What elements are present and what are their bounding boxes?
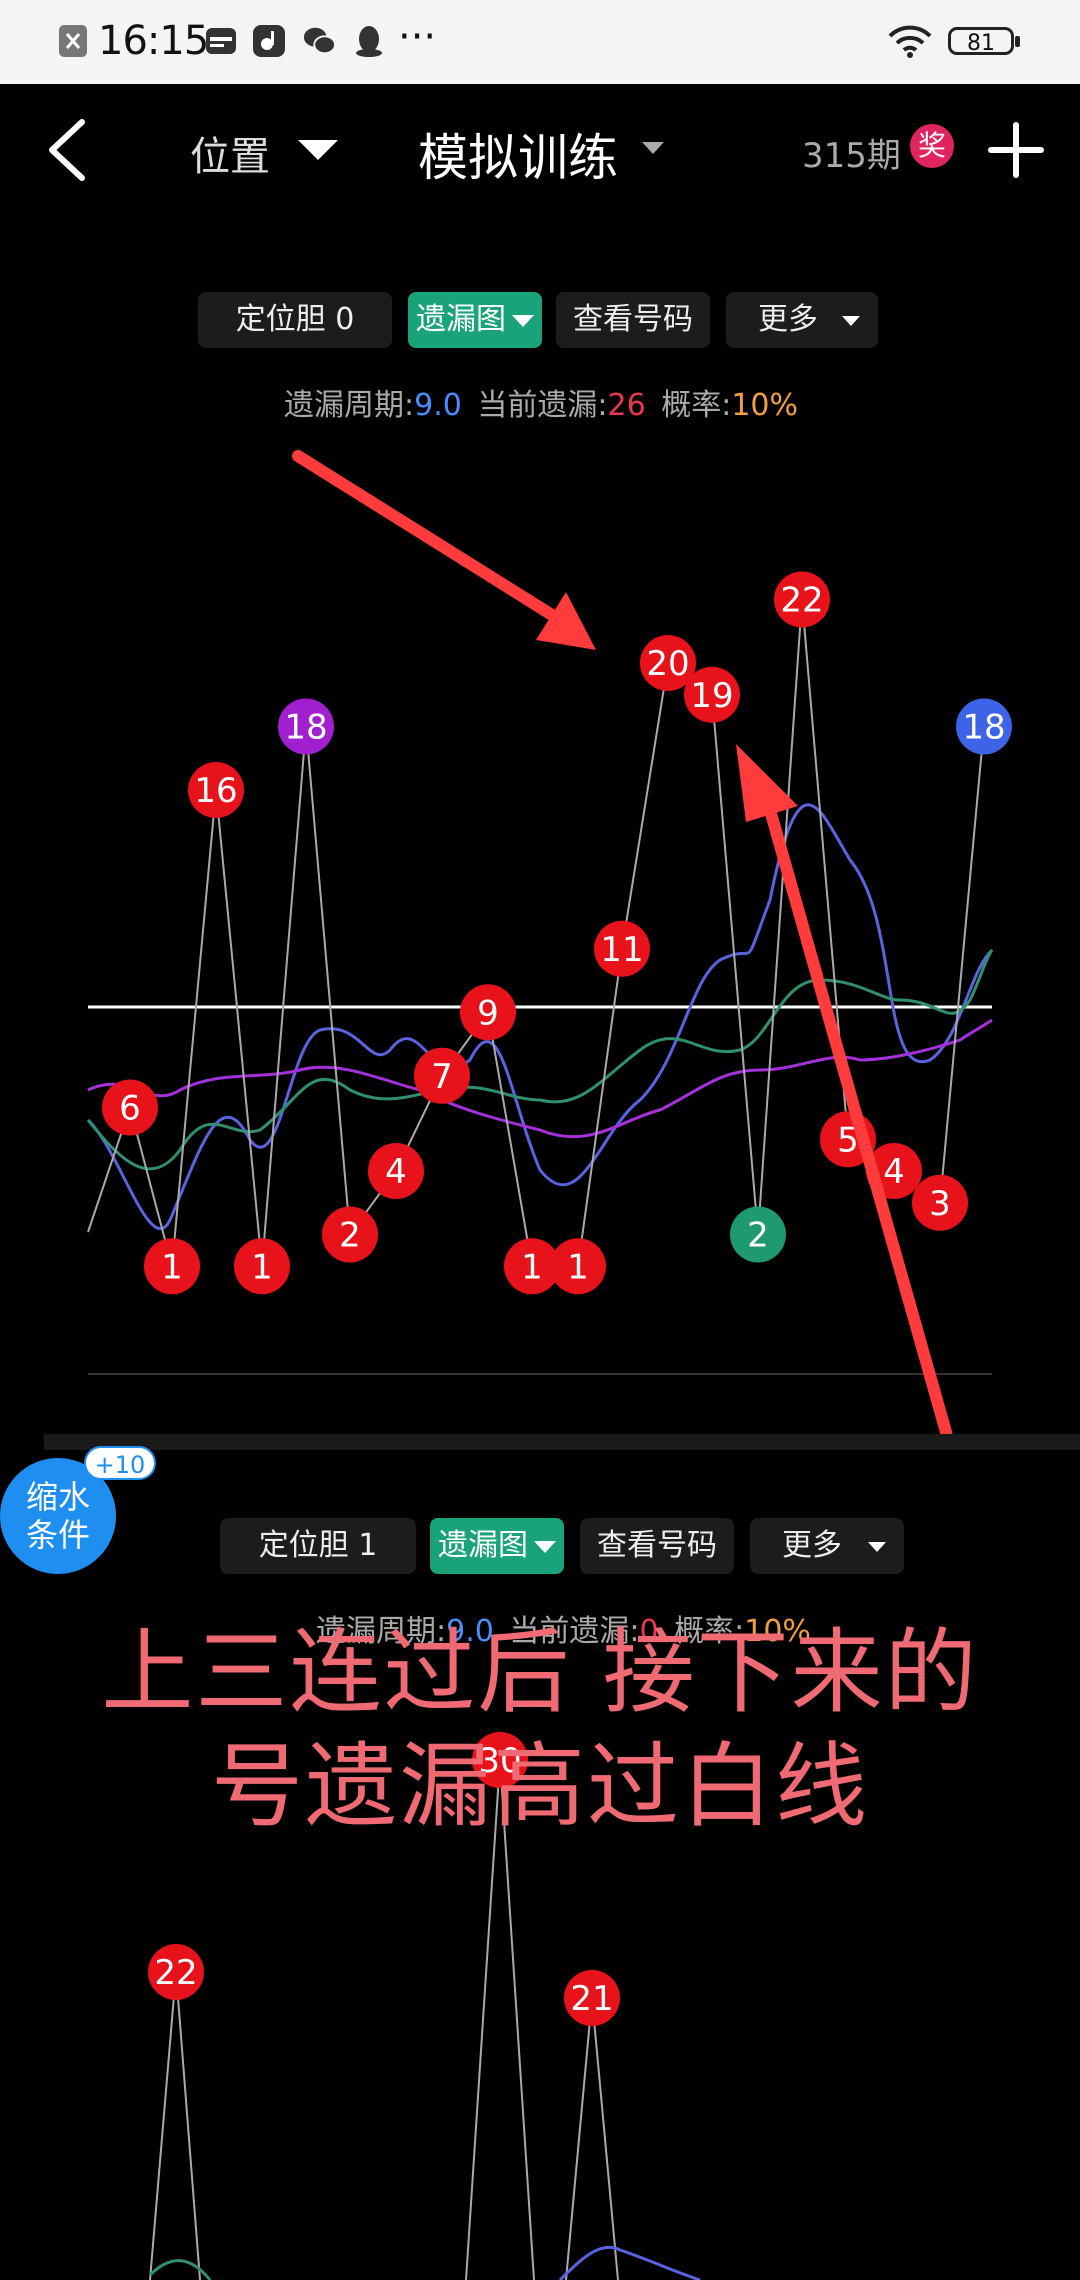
chevron-down-icon [534, 1540, 556, 1553]
fab-badge: +10 [84, 1446, 156, 1480]
chart1-point-label: 2 [339, 1216, 361, 1256]
panel2-toolbar: 定位胆 1 遗漏图 查看号码 更多 [0, 1518, 1080, 1574]
chart2-trend-blue [558, 2245, 701, 2280]
chart1-point[interactable]: 3 [912, 1174, 968, 1231]
chart1-point-label: 1 [161, 1247, 183, 1287]
chart1-point[interactable]: 2 [730, 1206, 786, 1263]
chart-type-button[interactable]: 遗漏图 [430, 1518, 564, 1574]
chart2-point[interactable]: 21 [564, 1970, 620, 2026]
chart1-point[interactable]: 1 [550, 1238, 606, 1295]
chart1-point[interactable]: 18 [956, 698, 1012, 755]
chart1-point-label: 4 [385, 1152, 407, 1192]
chart1-point-label: 2 [747, 1216, 769, 1256]
panel-divider [44, 1434, 1080, 1450]
chart1-point-label: 16 [194, 771, 237, 811]
chart1-point[interactable]: 6 [102, 1079, 158, 1136]
arrow-bottom-right [764, 804, 952, 1438]
more-button[interactable]: 更多 [750, 1518, 904, 1574]
chart1-point[interactable]: 7 [414, 1047, 470, 1104]
chart2-trend-green [148, 2259, 212, 2280]
chart1-point-label: 18 [962, 708, 1005, 748]
chart1-point-label: 3 [929, 1184, 951, 1224]
chart1-point[interactable]: 22 [774, 571, 830, 628]
chart1-point-label: 20 [646, 644, 689, 684]
chart1-point-label: 18 [284, 708, 327, 748]
chart1-point[interactable]: 11 [594, 920, 650, 977]
chart1-point-label: 19 [690, 676, 733, 716]
chart1-point[interactable]: 9 [460, 984, 516, 1041]
chart1-point-label: 6 [119, 1089, 141, 1129]
chart1-point[interactable]: 2 [322, 1206, 378, 1263]
chart1-point[interactable]: 1 [144, 1238, 200, 1295]
chart1-point-label: 7 [431, 1057, 453, 1097]
chart1-point[interactable]: 19 [684, 666, 740, 723]
chart2-point-label: 22 [154, 1953, 197, 1993]
chart1-point[interactable]: 16 [188, 762, 244, 818]
chevron-down-icon [868, 1541, 886, 1552]
chart1-point-label: 1 [567, 1247, 589, 1287]
chart1-point-label: 1 [251, 1247, 273, 1287]
chart2-point[interactable]: 22 [148, 1944, 204, 2000]
arrow-top-left [292, 450, 566, 626]
chart1-point-label: 11 [600, 930, 643, 970]
chart1-point[interactable]: 18 [278, 698, 334, 755]
chart1-point-label: 22 [780, 581, 823, 621]
chart1-point[interactable]: 4 [368, 1143, 424, 1199]
chart1-point-label: 9 [477, 993, 499, 1033]
chart1-point-label: 1 [521, 1247, 543, 1287]
chart1-point[interactable]: 1 [234, 1238, 290, 1295]
annotation-line2: 号遗漏高过白线 [210, 1733, 869, 1840]
omission-chart: 611611824791 111201922254318 223021 [86, 450, 1012, 2280]
chart2-point-label: 21 [570, 1979, 613, 2019]
arrow-top-left-head-icon [536, 592, 596, 650]
chart-type-label: 遗漏图 [438, 1528, 528, 1563]
fab-line1: 缩水 [25, 1478, 90, 1516]
more-label: 更多 [782, 1528, 842, 1563]
view-numbers-button[interactable]: 查看号码 [580, 1518, 734, 1574]
chart1-point-label: 4 [883, 1152, 905, 1192]
position-button[interactable]: 定位胆 1 [220, 1518, 416, 1574]
